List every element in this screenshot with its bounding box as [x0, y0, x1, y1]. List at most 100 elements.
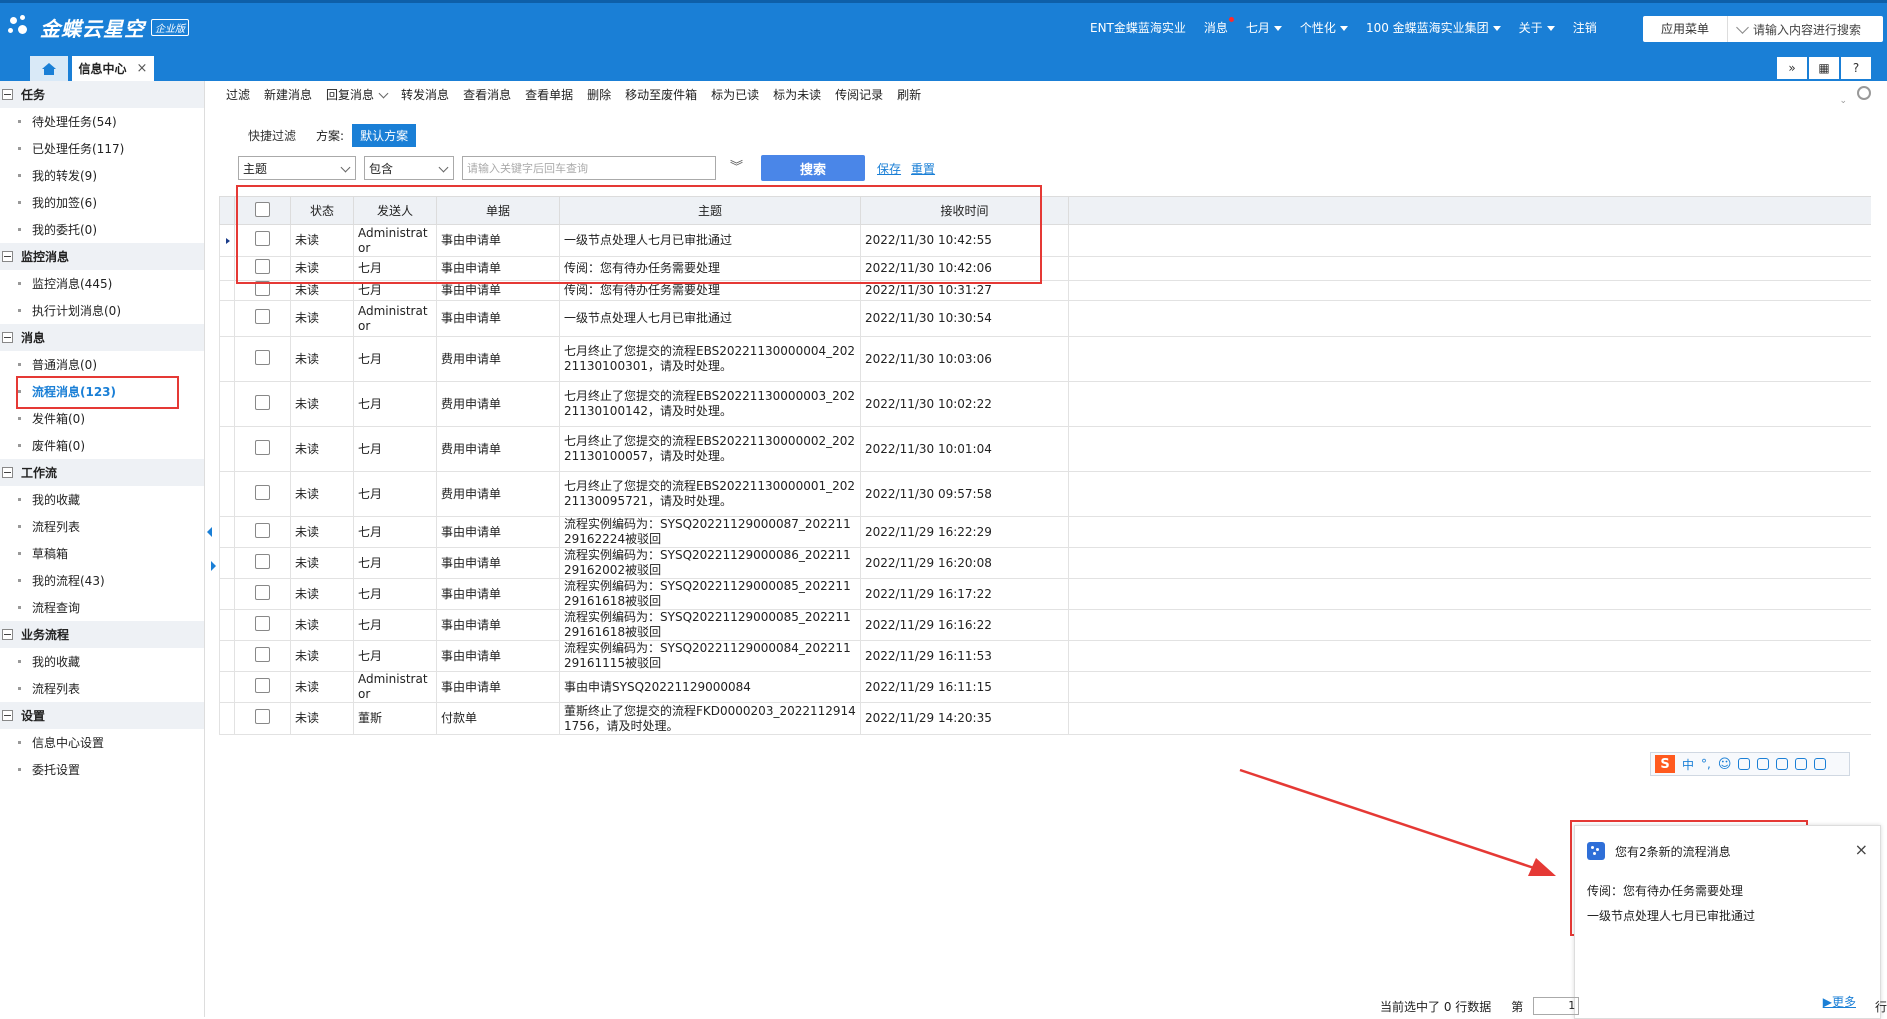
toolbar-button-9[interactable]: 标为未读 [773, 86, 821, 103]
sidebar-item[interactable]: 我的收藏 [0, 486, 204, 513]
app-menu-button[interactable]: 应用菜单 [1643, 16, 1728, 42]
sidebar-item[interactable]: 委托设置 [0, 756, 204, 783]
toolbar-button-4[interactable]: 查看消息 [463, 86, 511, 103]
help-icon[interactable]: ? [1841, 57, 1871, 79]
row-checkbox[interactable] [255, 677, 270, 693]
brand-logo[interactable]: 金蝶云星空 企业版 [8, 13, 189, 42]
row-checkbox[interactable] [255, 309, 270, 324]
sidebar-item[interactable]: 废件箱(0) [0, 432, 204, 459]
chevron-down-icon[interactable] [1736, 20, 1749, 34]
popup-message-2[interactable]: 一级节点处理人七月已审批通过 [1587, 907, 1755, 924]
table-row[interactable]: 未读 七月 事由申请单 流程实例编码为：SYSQ20221129000084_2022… [219, 640, 1871, 672]
close-icon[interactable]: × [1855, 840, 1868, 859]
table-row[interactable]: 未读 七月 事由申请单 流程实例编码为：SYSQ20221129000085_2022… [219, 578, 1871, 610]
grid-icon[interactable]: ▦ [1809, 57, 1839, 79]
table-row[interactable]: 未读 七月 费用申请单 七月终止了您提交的流程EBS20221130000001_20… [219, 471, 1871, 517]
sidebar-item[interactable]: 我的加签(6) [0, 189, 204, 216]
save-link[interactable]: 保存 [877, 160, 901, 177]
expand-icon[interactable]: » [1777, 57, 1807, 79]
chevron-down-icon[interactable] [378, 88, 389, 98]
tab-info-center[interactable]: 信息中心 × [72, 56, 154, 81]
top-nav-item-6[interactable]: 注销 [1573, 19, 1597, 36]
top-nav-item-3[interactable]: 个性化 [1300, 19, 1348, 36]
sidebar-item[interactable]: 普通消息(0) [0, 351, 204, 378]
sidebar-item[interactable]: 我的流程(43) [0, 567, 204, 594]
collapse-icon[interactable] [2, 332, 13, 343]
top-nav-item-1[interactable]: 消息 [1204, 17, 1234, 36]
row-checkbox[interactable] [255, 349, 270, 365]
toolbar-button-1[interactable]: 新建消息 [264, 86, 312, 103]
sidebar-group[interactable]: 设置 [0, 702, 204, 729]
keyboard-icon[interactable] [1757, 758, 1770, 770]
toolbar-button-10[interactable]: 传阅记录 [835, 86, 883, 103]
toolbar-more-icon[interactable]: ⌄ [1839, 96, 1847, 106]
row-checkbox[interactable] [255, 709, 270, 724]
expand-filter-icon[interactable]: ︾ [730, 161, 743, 174]
keyword-input[interactable]: 请输入关键字后回车查询 [462, 156, 716, 180]
table-row[interactable]: 未读 Administrator 事由申请单 事由申请SYSQ202211290000… [219, 671, 1871, 703]
tools-icon[interactable] [1776, 758, 1789, 770]
gear-icon[interactable] [1857, 86, 1871, 100]
sidebar-item[interactable]: 监控消息(445) [0, 270, 204, 297]
toolbar-button-8[interactable]: 标为已读 [711, 86, 759, 103]
row-checkbox[interactable] [255, 522, 270, 538]
table-row[interactable]: 未读 Administrator 事由申请单 一级节点处理人七月已审批通过 2022/1… [219, 300, 1871, 337]
row-checkbox[interactable] [255, 615, 270, 631]
table-row[interactable]: 未读 七月 事由申请单 流程实例编码为：SYSQ20221129000087_2022… [219, 516, 1871, 548]
operator-select[interactable]: 包含 [364, 156, 454, 180]
top-nav-item-4[interactable]: 100 金蝶蓝海实业集团 [1366, 19, 1501, 36]
row-checkbox[interactable] [255, 646, 270, 662]
collapse-icon[interactable] [2, 629, 13, 640]
sidebar-item[interactable]: 待处理任务(54) [0, 108, 204, 135]
home-tab[interactable] [30, 56, 68, 81]
ime-toolbar[interactable]: S 中 °, ☺ [1650, 752, 1850, 776]
reset-link[interactable]: 重置 [911, 160, 935, 177]
sidebar-item[interactable]: 我的收藏 [0, 648, 204, 675]
grid-icon[interactable] [1814, 758, 1827, 770]
collapse-icon[interactable] [2, 89, 13, 100]
table-row[interactable]: 未读 董斯 付款单 董斯终止了您提交的流程FKD0000203_20221129141… [219, 702, 1871, 735]
sidebar-item[interactable]: 我的转发(9) [0, 162, 204, 189]
top-nav-item-5[interactable]: 关于 [1519, 19, 1555, 36]
sidebar-group[interactable]: 任务 [0, 81, 204, 108]
global-search[interactable]: 应用菜单 请输入内容进行搜索 [1643, 16, 1883, 42]
sidebar-item[interactable]: 信息中心设置 [0, 729, 204, 756]
popup-message-1[interactable]: 传阅：您有待办任务需要处理 [1587, 882, 1743, 899]
default-plan-button[interactable]: 默认方案 [352, 124, 417, 147]
sidebar-item[interactable]: 流程列表 [0, 675, 204, 702]
toolbar-button-3[interactable]: 转发消息 [401, 86, 449, 103]
sidebar-group[interactable]: 消息 [0, 324, 204, 351]
close-icon[interactable]: × [137, 61, 148, 76]
sidebar-item[interactable]: 执行计划消息(0) [0, 297, 204, 324]
ime-punct[interactable]: °, [1701, 757, 1711, 771]
sidebar-item[interactable]: 已处理任务(117) [0, 135, 204, 162]
collapse-icon[interactable] [2, 710, 13, 721]
table-row[interactable]: 未读 七月 费用申请单 七月终止了您提交的流程EBS20221130000002_20… [219, 426, 1871, 472]
toolbar-button-7[interactable]: 移动至废件箱 [625, 86, 697, 103]
row-checkbox[interactable] [255, 484, 270, 500]
toolbar-button-5[interactable]: 查看单据 [525, 86, 573, 103]
table-row[interactable]: 未读 七月 事由申请单 流程实例编码为：SYSQ20221129000085_2022… [219, 609, 1871, 641]
row-checkbox[interactable] [255, 553, 270, 569]
toolbar-button-11[interactable]: 刷新 [897, 86, 921, 103]
ime-lang[interactable]: 中 [1682, 756, 1694, 773]
expand-right-icon[interactable] [211, 561, 216, 571]
smile-icon[interactable]: ☺ [1718, 757, 1732, 772]
row-checkbox[interactable] [255, 439, 270, 455]
search-input[interactable]: 请输入内容进行搜索 [1753, 21, 1861, 38]
sidebar-item[interactable]: 流程查询 [0, 594, 204, 621]
mic-icon[interactable] [1738, 758, 1751, 770]
table-row[interactable]: 未读 七月 事由申请单 流程实例编码为：SYSQ20221129000086_2022… [219, 547, 1871, 579]
sidebar-item[interactable]: 流程列表 [0, 513, 204, 540]
search-button[interactable]: 搜索 [761, 155, 866, 181]
toolbar-button-6[interactable]: 删除 [587, 86, 611, 103]
top-nav-item-2[interactable]: 七月 [1246, 19, 1282, 36]
collapse-icon[interactable] [2, 251, 13, 262]
collapse-left-icon[interactable] [207, 527, 212, 537]
toolbar-button-0[interactable]: 过滤 [226, 86, 250, 103]
page-input[interactable]: 1 [1533, 997, 1580, 1015]
collapse-icon[interactable] [2, 467, 13, 478]
sidebar-group[interactable]: 监控消息 [0, 243, 204, 270]
row-checkbox[interactable] [255, 584, 270, 600]
skin-icon[interactable] [1795, 758, 1808, 770]
